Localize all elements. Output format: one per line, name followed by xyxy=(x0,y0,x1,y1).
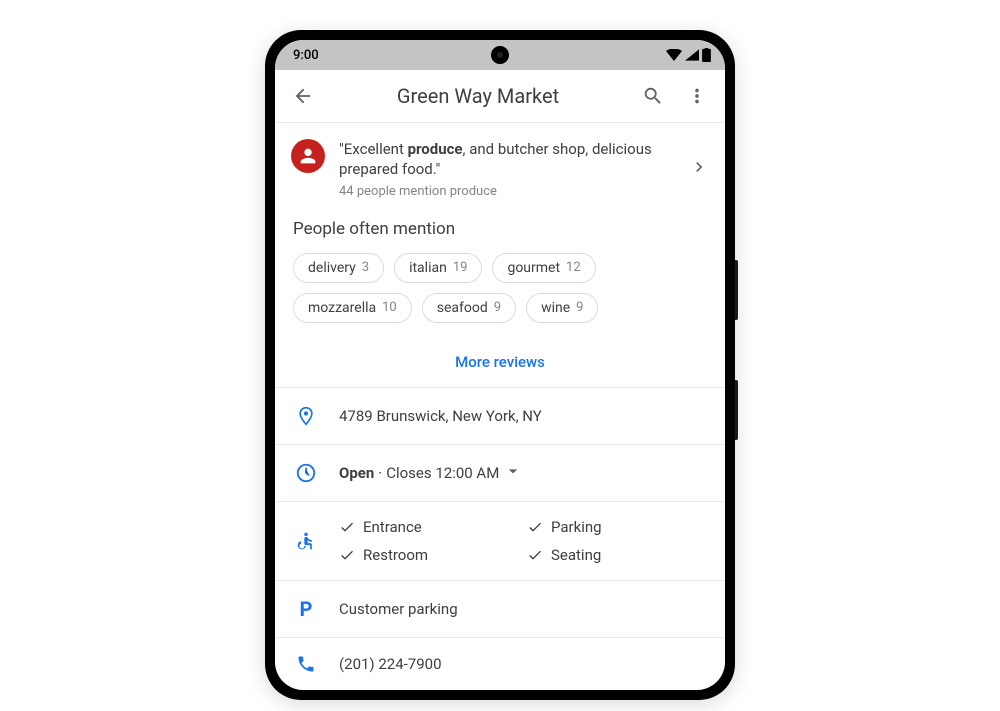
chip-delivery[interactable]: delivery 3 xyxy=(293,253,384,283)
chip-count: 10 xyxy=(382,300,397,315)
access-seating: Seating xyxy=(527,546,705,564)
page-title: Green Way Market xyxy=(335,84,621,108)
hours-text: Open · Closes 12:00 AM xyxy=(339,461,705,485)
chip-row: delivery 3 italian 19 gourmet 12 mozzarella… xyxy=(293,253,707,323)
chip-count: 9 xyxy=(576,300,583,315)
phone-icon xyxy=(295,654,317,674)
phone-text: (201) 224-7900 xyxy=(339,655,705,673)
volume-up xyxy=(735,260,738,320)
avatar xyxy=(291,139,325,173)
chevron-down-icon xyxy=(503,461,523,485)
quote-bold: produce xyxy=(408,140,463,158)
accessibility-icon xyxy=(295,530,317,552)
review-snippet[interactable]: "Excellent produce, and butcher shop, de… xyxy=(275,123,725,209)
address-text: 4789 Brunswick, New York, NY xyxy=(339,407,705,425)
chip-gourmet[interactable]: gourmet 12 xyxy=(492,253,595,283)
status-icons xyxy=(666,48,711,62)
app-bar: Green Way Market xyxy=(275,70,725,123)
chip-count: 12 xyxy=(566,260,581,275)
access-parking: Parking xyxy=(527,518,705,536)
accessibility-row[interactable]: Entrance Parking Restroom Seating xyxy=(275,502,725,581)
volume-down xyxy=(735,380,738,440)
location-pin-icon xyxy=(295,404,317,428)
chip-label: mozzarella xyxy=(308,300,376,316)
chip-label: seafood xyxy=(437,300,488,316)
camera-notch xyxy=(491,46,509,64)
parking-text: Customer parking xyxy=(339,600,705,618)
cell-signal-icon xyxy=(685,49,699,61)
parking-icon: P xyxy=(295,597,317,621)
chevron-right-icon xyxy=(689,157,709,181)
chip-label: delivery xyxy=(308,260,356,276)
phone-frame: 9:00 Green Way Market xyxy=(265,30,735,700)
hours-row[interactable]: Open · Closes 12:00 AM xyxy=(275,445,725,502)
hours-sep: · xyxy=(378,464,382,482)
check-icon xyxy=(527,519,543,535)
chip-label: gourmet xyxy=(507,260,560,276)
chip-italian[interactable]: italian 19 xyxy=(394,253,482,283)
phone-row[interactable]: (201) 224-7900 xyxy=(275,638,725,690)
more-button[interactable] xyxy=(685,84,709,108)
screen: 9:00 Green Way Market xyxy=(275,40,725,690)
content: "Excellent produce, and butcher shop, de… xyxy=(275,123,725,690)
more-vert-icon xyxy=(686,85,708,107)
review-body: "Excellent produce, and butcher shop, de… xyxy=(339,139,675,199)
chip-seafood[interactable]: seafood 9 xyxy=(422,293,516,323)
more-reviews-button[interactable]: More reviews xyxy=(275,337,725,388)
access-entrance: Entrance xyxy=(339,518,517,536)
quote-pre: "Excellent xyxy=(339,140,408,158)
check-icon xyxy=(339,519,355,535)
chip-count: 9 xyxy=(494,300,501,315)
chip-count: 3 xyxy=(362,260,369,275)
status-time: 9:00 xyxy=(293,48,319,63)
search-icon xyxy=(642,85,664,107)
mentions-title: People often mention xyxy=(293,219,707,239)
person-icon xyxy=(297,145,319,167)
accessibility-grid: Entrance Parking Restroom Seating xyxy=(339,518,705,564)
chip-wine[interactable]: wine 9 xyxy=(526,293,598,323)
search-button[interactable] xyxy=(641,84,665,108)
chip-label: wine xyxy=(541,300,570,316)
chip-count: 19 xyxy=(453,260,468,275)
closes-text: Closes 12:00 AM xyxy=(386,464,499,482)
clock-icon xyxy=(295,462,317,484)
back-button[interactable] xyxy=(291,84,315,108)
chip-mozzarella[interactable]: mozzarella 10 xyxy=(293,293,412,323)
access-restroom: Restroom xyxy=(339,546,517,564)
mentions-section: People often mention delivery 3 italian 19… xyxy=(275,209,725,323)
address-row[interactable]: 4789 Brunswick, New York, NY xyxy=(275,388,725,445)
arrow-back-icon xyxy=(292,85,314,107)
review-quote: "Excellent produce, and butcher shop, de… xyxy=(339,139,675,180)
check-icon xyxy=(339,547,355,563)
check-icon xyxy=(527,547,543,563)
battery-icon xyxy=(702,48,711,62)
review-footnote: 44 people mention produce xyxy=(339,184,675,199)
wifi-icon xyxy=(666,49,682,61)
chip-label: italian xyxy=(409,260,447,276)
open-status: Open xyxy=(339,464,374,482)
parking-row[interactable]: P Customer parking xyxy=(275,581,725,638)
